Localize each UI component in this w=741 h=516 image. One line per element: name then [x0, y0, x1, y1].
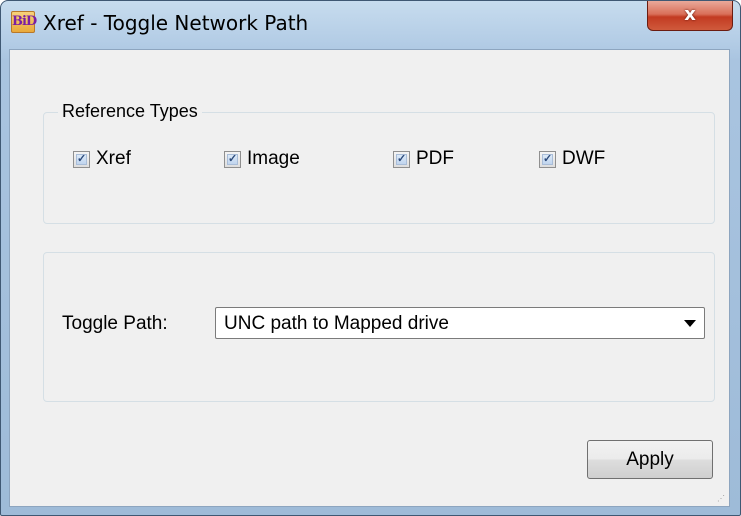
dialog-window: BiD Xref - Toggle Network Path x Referen… [0, 0, 741, 516]
toggle-path-dropdown[interactable]: UNC path to Mapped drive [215, 307, 705, 339]
checkbox-label: PDF [416, 148, 454, 169]
checkbox-dwf[interactable]: ✓ DWF [539, 148, 605, 170]
toggle-path-selected-value: UNC path to Mapped drive [224, 313, 449, 334]
checkbox-label: Image [247, 148, 300, 169]
reference-types-group: Reference Types [43, 101, 715, 224]
title-bar[interactable]: BiD Xref - Toggle Network Path x [1, 1, 740, 45]
checkbox-box[interactable]: ✓ [393, 150, 410, 168]
checkbox-box[interactable]: ✓ [539, 150, 556, 168]
check-mark-icon: ✓ [542, 152, 553, 165]
check-mark-icon: ✓ [227, 152, 238, 165]
checkbox-pdf[interactable]: ✓ PDF [393, 148, 454, 170]
checkbox-box[interactable]: ✓ [73, 150, 90, 168]
checkbox-label: Xref [96, 148, 131, 169]
close-button[interactable]: x [647, 1, 733, 31]
window-title: Xref - Toggle Network Path [43, 11, 309, 35]
dialog-body: Reference Types ✓ Xref ✓ Image ✓ PDF ✓ D… [9, 49, 730, 507]
toggle-path-label: Toggle Path: [62, 313, 168, 334]
check-mark-icon: ✓ [396, 152, 407, 165]
dropdown-arrow-icon[interactable] [684, 320, 696, 327]
checkbox-xref[interactable]: ✓ Xref [73, 148, 131, 170]
app-logo-icon: BiD [11, 11, 37, 33]
checkbox-image[interactable]: ✓ Image [224, 148, 300, 170]
reference-types-legend: Reference Types [58, 101, 202, 122]
check-mark-icon: ✓ [76, 152, 87, 165]
apply-button[interactable]: Apply [587, 440, 713, 479]
checkbox-box[interactable]: ✓ [224, 150, 241, 168]
resize-grip-icon[interactable]: ⋰ [717, 494, 727, 504]
close-icon: x [684, 4, 696, 25]
checkbox-label: DWF [562, 148, 606, 169]
